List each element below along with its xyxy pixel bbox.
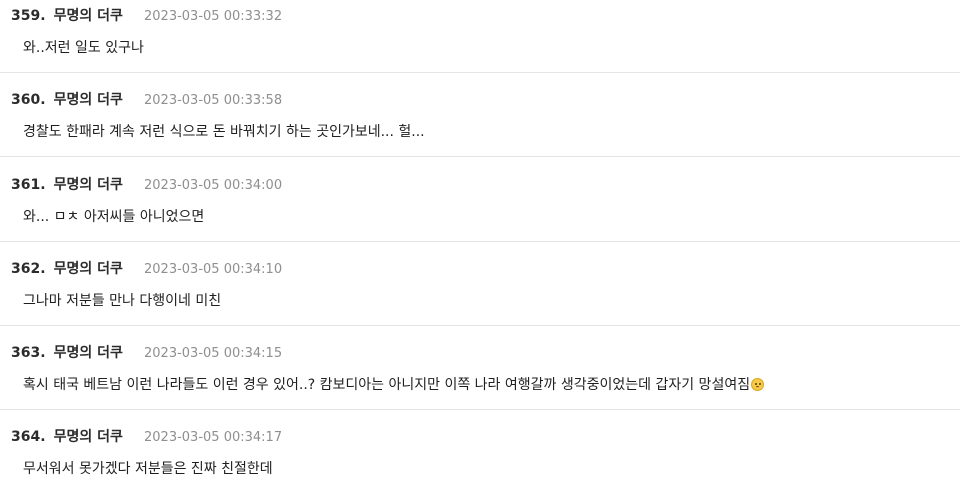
comment-author[interactable]: 무명의 더쿠 — [54, 261, 123, 277]
comment-timestamp: 2023-03-05 00:34:17 — [144, 430, 283, 445]
comment-number[interactable]: 360. — [11, 92, 46, 108]
comment-header: 363. 무명의 더쿠 2023-03-05 00:34:15 — [11, 342, 282, 362]
comment-number[interactable]: 361. — [11, 177, 46, 193]
comment-author[interactable]: 무명의 더쿠 — [54, 92, 123, 108]
comment-item: 363. 무명의 더쿠 2023-03-05 00:34:15 혹시 태국 베트… — [0, 326, 960, 410]
comment-item: 360. 무명의 더쿠 2023-03-05 00:33:58 경찰도 한패라 … — [0, 73, 960, 157]
comment-thread: 359. 무명의 더쿠 2023-03-05 00:33:32 와..저런 일도… — [0, 0, 960, 490]
comment-timestamp: 2023-03-05 00:34:15 — [144, 346, 283, 361]
comment-item: 364. 무명의 더쿠 2023-03-05 00:34:17 무서워서 못가겠… — [0, 410, 960, 490]
comment-text: 혹시 태국 베트남 이런 나라들도 이런 경우 있어..? 캄보디아는 아니지만… — [23, 377, 751, 393]
comment-author[interactable]: 무명의 더쿠 — [54, 345, 123, 361]
worried-face-icon — [751, 378, 765, 391]
comment-text: 무서워서 못가겠다 저분들은 진짜 친절한데 — [23, 461, 273, 477]
comment-number[interactable]: 364. — [11, 429, 46, 445]
comment-text: 그나마 저분들 만나 다행이네 미친 — [23, 293, 222, 309]
comment-header: 361. 무명의 더쿠 2023-03-05 00:34:00 — [11, 174, 282, 194]
comment-text: 와..저런 일도 있구나 — [23, 40, 144, 56]
comment-number[interactable]: 362. — [11, 261, 46, 277]
comment-item: 359. 무명의 더쿠 2023-03-05 00:33:32 와..저런 일도… — [0, 0, 960, 73]
comment-author[interactable]: 무명의 더쿠 — [54, 8, 123, 24]
comment-timestamp: 2023-03-05 00:33:32 — [144, 9, 283, 24]
comment-number[interactable]: 359. — [11, 8, 46, 24]
comment-header: 364. 무명의 더쿠 2023-03-05 00:34:17 — [11, 426, 282, 446]
comment-item: 361. 무명의 더쿠 2023-03-05 00:34:00 와... ㅁㅊ … — [0, 158, 960, 242]
comment-timestamp: 2023-03-05 00:33:58 — [144, 93, 283, 108]
comment-header: 359. 무명의 더쿠 2023-03-05 00:33:32 — [11, 5, 282, 25]
comment-header: 362. 무명의 더쿠 2023-03-05 00:34:10 — [11, 258, 282, 278]
comment-text: 경찰도 한패라 계속 저런 식으로 돈 바꿔치기 하는 곳인가보네... 헐..… — [23, 124, 425, 140]
comment-author[interactable]: 무명의 더쿠 — [54, 177, 123, 193]
comment-text-container: 혹시 태국 베트남 이런 나라들도 이런 경우 있어..? 캄보디아는 아니지만… — [23, 375, 765, 395]
comment-item: 362. 무명의 더쿠 2023-03-05 00:34:10 그나마 저분들 … — [0, 242, 960, 326]
comment-author[interactable]: 무명의 더쿠 — [54, 429, 123, 445]
comment-timestamp: 2023-03-05 00:34:10 — [144, 262, 283, 277]
comment-text: 와... ㅁㅊ 아저씨들 아니었으면 — [23, 209, 205, 225]
comment-timestamp: 2023-03-05 00:34:00 — [144, 178, 283, 193]
comment-header: 360. 무명의 더쿠 2023-03-05 00:33:58 — [11, 89, 282, 109]
comment-number[interactable]: 363. — [11, 345, 46, 361]
